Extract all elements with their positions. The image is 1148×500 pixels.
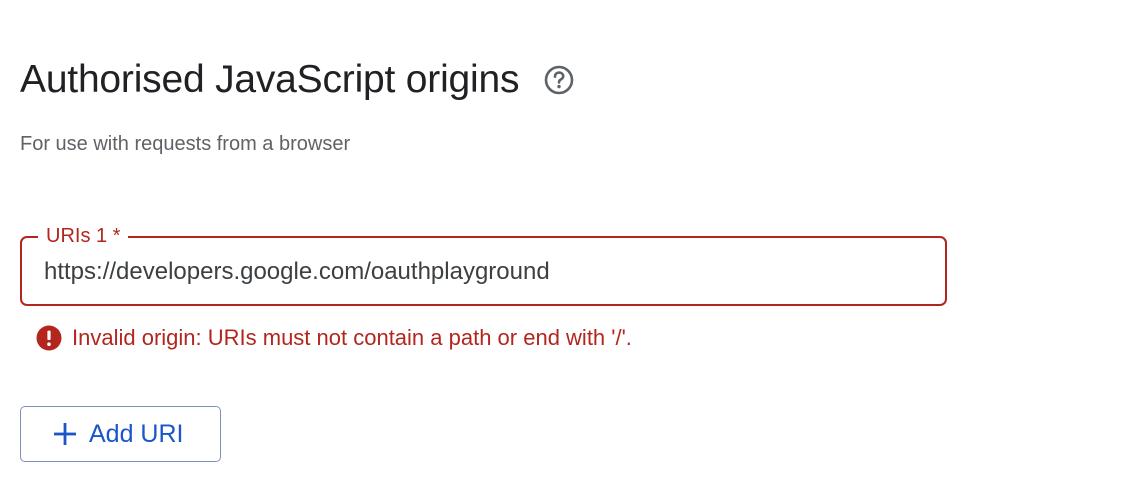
authorised-js-origins-section: Authorised JavaScript origins For use wi… xyxy=(0,0,1148,500)
section-header: Authorised JavaScript origins xyxy=(20,52,575,108)
add-uri-label: Add URI xyxy=(89,420,184,448)
help-circle-icon-graphic xyxy=(544,65,574,95)
uri-field-label: URIs 1 * xyxy=(38,223,129,249)
uri-field: URIs 1 * xyxy=(20,223,947,306)
add-uri-button[interactable]: Add URI xyxy=(20,406,221,462)
uri-input[interactable] xyxy=(44,250,924,294)
error-circle-icon xyxy=(36,325,62,351)
plus-icon xyxy=(53,422,77,446)
help-circle-icon[interactable] xyxy=(543,64,575,96)
section-subtitle: For use with requests from a browser xyxy=(20,133,351,155)
section-title: Authorised JavaScript origins xyxy=(20,58,520,101)
validation-error: Invalid origin: URIs must not contain a … xyxy=(36,324,632,352)
error-message: Invalid origin: URIs must not contain a … xyxy=(72,325,632,350)
